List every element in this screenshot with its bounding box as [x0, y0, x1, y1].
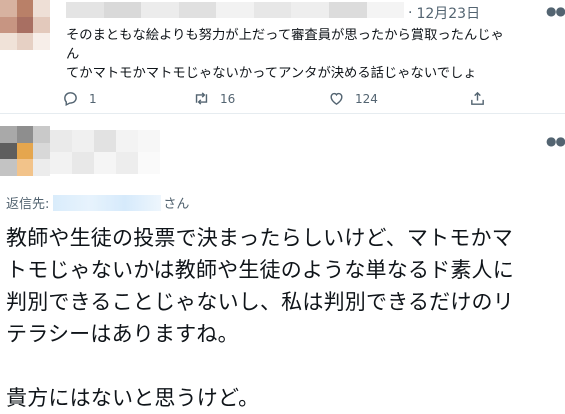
- reply-count: 1: [89, 91, 97, 106]
- avatar[interactable]: [0, 126, 50, 176]
- reply-line: てかマトモかマトモじゃないかってアンタが決める話じゃないでしょ: [66, 66, 477, 81]
- retweet-button[interactable]: 16: [193, 90, 235, 107]
- replying-suffix: さん: [163, 197, 190, 212]
- tweet-line: トモじゃないかは教師や生徒のような単なるド素人に: [6, 258, 514, 282]
- author-name-pixelated: [50, 130, 160, 174]
- tweet-line-blank: [6, 350, 562, 382]
- heart-icon: [330, 92, 343, 105]
- tweet-line: 判別できることじゃないし、私は判別できるだけのリ: [6, 290, 514, 314]
- action-bar: 1 16 124: [62, 90, 502, 110]
- reply-tweet[interactable]: · 12月23日 ●●● そのまともな絵よりも努力が上だって審査員が思ったから賞…: [0, 0, 565, 114]
- replying-label: 返信先:: [6, 197, 50, 212]
- avatar[interactable]: [0, 0, 50, 50]
- retweet-count: 16: [220, 91, 236, 106]
- tweet-line: 貴方にはないと思うけど。: [6, 386, 260, 410]
- tweet-date[interactable]: · 12月23日: [408, 3, 480, 23]
- like-count: 124: [355, 91, 378, 106]
- like-button[interactable]: 124: [328, 90, 378, 107]
- speech-bubble-icon: [64, 92, 77, 107]
- tweet-text: 教師や生徒の投票で決まったらしいけど、マトモかマ トモじゃないかは教師や生徒のよ…: [6, 222, 562, 414]
- mention-link-pixelated[interactable]: [53, 194, 162, 211]
- share-icon: [471, 91, 484, 105]
- retweet-icon: [195, 92, 208, 105]
- tweet-line: テラシーはありますね。: [6, 322, 239, 346]
- more-icon[interactable]: ●●●: [546, 134, 565, 148]
- replying-to: 返信先: さん: [6, 193, 189, 212]
- reply-button[interactable]: 1: [62, 90, 97, 107]
- reply-line: ん: [66, 47, 80, 62]
- author-name-pixelated: [66, 2, 405, 18]
- reply-text: そのまともな絵よりも努力が上だって審査員が思ったから賞取ったんじゃ ん てかマト…: [66, 26, 554, 83]
- share-button[interactable]: [469, 90, 486, 107]
- reply-line: そのまともな絵よりも努力が上だって審査員が思ったから賞取ったんじゃ: [66, 28, 504, 43]
- more-icon[interactable]: ●●●: [546, 4, 565, 18]
- date-label[interactable]: 12月23日: [416, 3, 480, 23]
- tweet-line: 教師や生徒の投票で決まったらしいけど、マトモかマ: [6, 226, 513, 250]
